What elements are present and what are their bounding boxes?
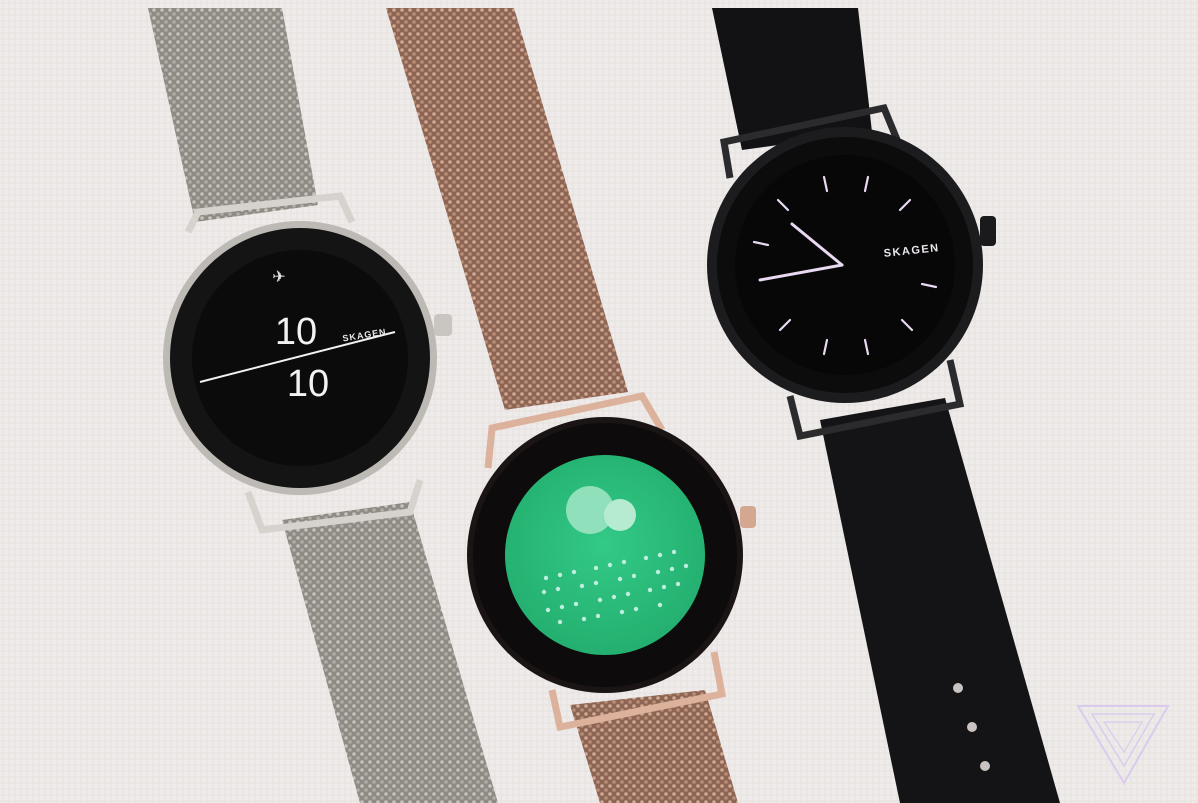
photo-scene: ✈ 10 10 SKAGEN SKAGEN bbox=[0, 0, 1198, 803]
black-watch-face bbox=[735, 155, 955, 375]
silver-crown bbox=[434, 314, 452, 336]
rose-watch-face bbox=[505, 455, 705, 655]
silver-watch-face bbox=[192, 250, 408, 466]
minute-digits: 10 bbox=[287, 363, 329, 405]
hour-digits: 10 bbox=[275, 311, 317, 353]
black-crown bbox=[980, 216, 996, 246]
rose-crown bbox=[740, 506, 756, 528]
airplane-icon: ✈ bbox=[272, 269, 285, 286]
